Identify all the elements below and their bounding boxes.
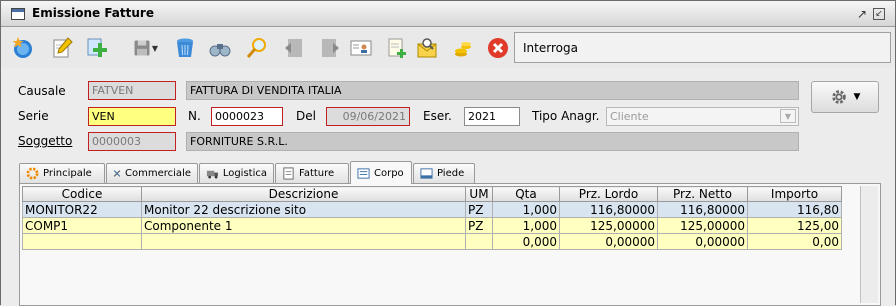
eser-label: Eser. (423, 109, 452, 123)
gear-icon (831, 90, 846, 104)
column-header-um[interactable]: UM (465, 186, 493, 202)
numero-field[interactable]: 0000023 (211, 107, 283, 126)
delete-bin-icon[interactable] (171, 34, 199, 62)
column-header-qta[interactable]: Qta (492, 186, 560, 202)
column-header-prz-netto[interactable]: Prz. Netto (657, 186, 748, 202)
tab-label: Principale (43, 168, 92, 179)
tipo-anagr-value: Cliente (610, 110, 649, 123)
causale-description-field: FATTURA DI VENDITA ITALIA (186, 81, 799, 100)
tab-label: Logistica (222, 168, 267, 179)
tab-piede[interactable]: Piede (413, 163, 475, 183)
tab-corpo[interactable]: Corpo (350, 161, 412, 184)
chevron-down-icon[interactable]: ▼ (152, 44, 158, 53)
column-header-importo[interactable]: Importo (747, 186, 842, 202)
serie-label: Serie (18, 109, 49, 123)
causale-label: Causale (18, 84, 66, 98)
settings-button[interactable]: ▼ (811, 81, 879, 113)
maximize-icon[interactable]: ↙ (873, 8, 885, 20)
numero-label: N. (188, 109, 201, 123)
tab-label: Commerciale (125, 168, 191, 179)
prev-record-icon[interactable] (280, 34, 308, 62)
date-field[interactable]: 09/06/2021 (326, 107, 410, 126)
tab-commerciale[interactable]: Commerciale (106, 163, 198, 183)
search-input[interactable]: Interroga (514, 32, 891, 63)
cell-codice[interactable]: COMP1 (22, 217, 142, 234)
table-row[interactable]: COMP1 Componente 1 PZ 1,000 125,00000 12… (22, 217, 842, 234)
binoculars-icon[interactable] (206, 34, 234, 62)
cell-prz-netto[interactable]: 116,80000 (657, 201, 748, 218)
save-disk-icon[interactable]: ▼ (127, 34, 163, 62)
list-icon (357, 167, 370, 179)
gear-orange-icon (26, 167, 39, 180)
cell-qta[interactable]: 1,000 (492, 217, 560, 234)
tab-principale[interactable]: Principale (19, 163, 105, 183)
edit-pencil-icon[interactable] (48, 34, 76, 62)
cell-importo[interactable]: 0,00 (747, 233, 842, 250)
title-bar: Emissione Fatture ↗ ↙ (1, 1, 895, 27)
cell-qta[interactable]: 1,000 (492, 201, 560, 218)
add-plus-icon[interactable] (83, 34, 111, 62)
tab-logistica[interactable]: Logistica (199, 163, 274, 183)
invoice-header-form: Causale FATVEN FATTURA DI VENDITA ITALIA… (1, 69, 895, 306)
causale-code-field[interactable]: FATVEN (88, 81, 176, 100)
table-row[interactable]: 0,000 0,00000 0,00000 0,00 (22, 233, 842, 250)
invoice-window: Emissione Fatture ↗ ↙ ▼ Interroga Causal… (0, 0, 896, 306)
cell-codice[interactable]: MONITOR22 (22, 201, 142, 218)
cell-prz-netto[interactable]: 125,00000 (657, 217, 748, 234)
chevron-down-icon[interactable]: ▼ (780, 109, 796, 123)
cell-prz-lordo[interactable]: 0,00000 (559, 233, 658, 250)
truck-icon (206, 170, 218, 179)
magnifier-icon[interactable] (243, 34, 271, 62)
new-star-icon[interactable] (9, 34, 37, 62)
close-red-icon[interactable] (484, 34, 512, 62)
table-header-row: Codice Descrizione UM Qta Prz. Lordo Prz… (22, 186, 842, 202)
tab-fatture[interactable]: Fatture (275, 163, 349, 183)
del-label: Del (296, 109, 316, 123)
column-header-codice[interactable]: Codice (22, 186, 142, 202)
vertical-scrollbar[interactable] (860, 186, 878, 303)
detach-icon[interactable]: ↗ (855, 7, 869, 21)
cell-prz-netto[interactable]: 0,00000 (657, 233, 748, 250)
eser-field[interactable]: 2021 (464, 107, 520, 126)
soggetto-label: Soggetto (18, 134, 73, 148)
coins-icon[interactable] (449, 34, 477, 62)
serie-field[interactable]: VEN (88, 107, 176, 126)
tools-icon (113, 170, 121, 177)
cell-importo[interactable]: 125,00 (747, 217, 842, 234)
soggetto-code-field[interactable]: 0000003 (88, 132, 176, 151)
card-person-icon[interactable] (347, 34, 375, 62)
tipo-anagr-label: Tipo Anagr. (532, 109, 600, 123)
tab-label: Corpo (374, 167, 404, 179)
cell-prz-lordo[interactable]: 125,00000 (559, 217, 658, 234)
document-icon (283, 167, 294, 180)
cell-um[interactable] (465, 233, 493, 250)
document-add-icon[interactable] (383, 34, 411, 62)
window-icon (11, 8, 25, 20)
envelope-search-icon[interactable] (414, 34, 442, 62)
window-title: Emissione Fatture (32, 6, 154, 20)
tab-label: Fatture (299, 168, 335, 179)
cell-codice[interactable] (22, 233, 142, 250)
cell-um[interactable]: PZ (465, 201, 493, 218)
soggetto-description-field: FORNITURE S.R.L. (186, 132, 799, 151)
cell-descrizione[interactable] (141, 233, 466, 250)
tab-label: Piede (437, 168, 465, 179)
chevron-down-icon: ▼ (853, 92, 861, 102)
table-row[interactable]: MONITOR22 Monitor 22 descrizione sito PZ… (22, 201, 842, 218)
invoice-lines-table: Codice Descrizione UM Qta Prz. Lordo Prz… (22, 186, 842, 250)
footer-icon (420, 168, 433, 179)
tipo-anagr-select[interactable]: Cliente ▼ (606, 107, 799, 126)
cell-importo[interactable]: 116,80 (747, 201, 842, 218)
cell-descrizione[interactable]: Monitor 22 descrizione sito (141, 201, 466, 218)
column-header-descrizione[interactable]: Descrizione (141, 186, 466, 202)
cell-descrizione[interactable]: Componente 1 (141, 217, 466, 234)
column-header-prz-lordo[interactable]: Prz. Lordo (559, 186, 658, 202)
cell-prz-lordo[interactable]: 116,80000 (559, 201, 658, 218)
cell-qta[interactable]: 0,000 (492, 233, 560, 250)
next-record-icon[interactable] (316, 34, 344, 62)
toolbar: ▼ Interroga (1, 28, 895, 68)
cell-um[interactable]: PZ (465, 217, 493, 234)
corpo-panel: Codice Descrizione UM Qta Prz. Lordo Prz… (19, 183, 881, 306)
